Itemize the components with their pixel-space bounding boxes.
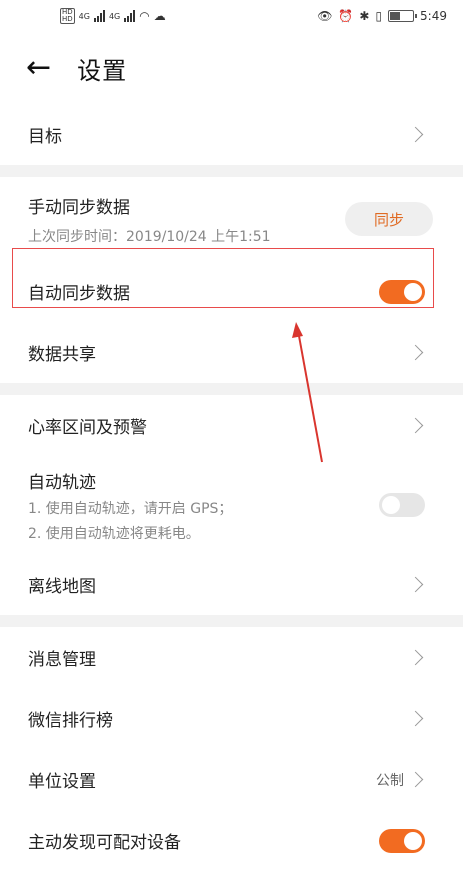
wifi-icon: ◠ [139,9,150,23]
auto-sync-toggle[interactable] [379,279,425,304]
chevron-right-icon [407,576,424,593]
item-label: 数据共享 [28,345,96,365]
settings-item-offline-map[interactable]: 离线地图 [0,554,463,615]
last-sync-time: 上次同步时间：2019/10/24 上午1:51 [28,228,271,245]
hd-icon: HD HD [60,8,75,24]
settings-item-heart-rate[interactable]: 心率区间及预警 [0,395,463,456]
signal-icon [93,10,105,22]
item-label: 离线地图 [28,577,96,597]
settings-item-message-management[interactable]: 消息管理 [0,627,463,688]
chevron-right-icon [407,649,424,666]
item-label: 主动发现可配对设备 [28,833,181,853]
signal-icon-2 [124,10,136,22]
chevron-right-icon [407,771,424,788]
status-left: HD HD 4G 4G ◠ ☁ [60,8,166,24]
item-label: 自动同步数据 [28,284,130,304]
item-label: 消息管理 [28,650,96,670]
battery-icon [388,10,418,22]
bluetooth-icon: ✱ [359,9,370,23]
network-label: 4G [78,11,90,21]
section-gap [0,383,463,395]
settings-item-data-share[interactable]: 数据共享 [0,322,463,383]
back-arrow-icon[interactable]: ← [26,53,51,83]
item-label: 心率区间及预警 [28,418,147,438]
settings-item-wechat-rank[interactable]: 微信排行榜 [0,688,463,749]
section-gap [0,165,463,177]
alarm-icon: ⏰ [338,9,354,23]
cloud-icon: ☁ [153,9,166,23]
item-label: 目标 [28,127,62,147]
sync-button[interactable]: 同步 [345,202,433,236]
status-bar: HD HD 4G 4G ◠ ☁ 👁 ⏰ ✱ ▯ 5:49 [0,0,463,32]
manual-sync-title: 手动同步数据 [28,197,130,218]
unit-value: 公制 [376,772,404,789]
network-label-2: 4G [108,11,121,21]
auto-track-note-1: 1. 使用自动轨迹，请开启 GPS； [28,500,233,517]
clock-time: 5:49 [420,9,447,23]
chevron-right-icon [407,417,424,434]
settings-item-auto-sync[interactable]: 自动同步数据 [0,261,463,322]
auto-track-toggle[interactable] [379,493,425,517]
section-gap [0,615,463,627]
settings-item-manual-sync: 手动同步数据 上次同步时间：2019/10/24 上午1:51 同步 [0,177,463,261]
status-right: 👁 ⏰ ✱ ▯ 5:49 [317,9,447,23]
vibrate-icon: ▯ [375,9,383,23]
item-label: 微信排行榜 [28,711,113,731]
settings-item-auto-track: 自动轨迹 1. 使用自动轨迹，请开启 GPS； 2. 使用自动轨迹将更耗电。 [0,456,463,554]
chevron-right-icon [407,710,424,727]
chevron-right-icon [407,126,424,143]
settings-item-discover-devices[interactable]: 主动发现可配对设备 [0,810,463,871]
chevron-right-icon [407,344,424,361]
discover-devices-toggle[interactable] [379,828,425,853]
title-bar: ← 设置 [0,32,463,104]
auto-track-note-2: 2. 使用自动轨迹将更耗电。 [28,525,200,542]
page-title: 设置 [77,56,128,85]
auto-track-title: 自动轨迹 [28,472,96,493]
settings-item-goal[interactable]: 目标 [0,104,463,165]
settings-item-unit-settings[interactable]: 单位设置 公制 [0,749,463,810]
eye-icon: 👁 [317,9,333,23]
item-label: 单位设置 [28,772,96,792]
